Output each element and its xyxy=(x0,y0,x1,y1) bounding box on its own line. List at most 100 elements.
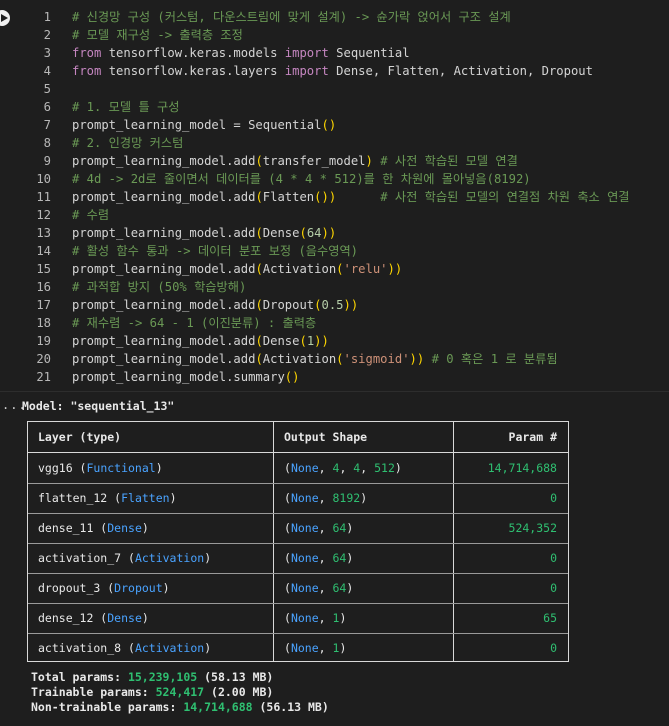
code-comment: # 신경망 구성 (커스텀, 다운스트림에 맞게 설계) -> 슌가락 얹어서 … xyxy=(72,10,511,24)
code-token: Dense, Flatten, Activation, Dropout xyxy=(328,64,593,78)
shape-dim: 8192 xyxy=(332,491,361,505)
code-bracket: ()) xyxy=(314,190,337,204)
none-keyword: None xyxy=(290,461,319,475)
output-shape-cell: (None, 64) xyxy=(284,581,354,595)
layer-cell: activation_8 (Activation) xyxy=(38,633,211,663)
code-text: prompt_learning_model.add(Activation('si… xyxy=(72,350,558,368)
paren: ) xyxy=(162,581,170,595)
code-text: # 2. 인경망 커스텀 xyxy=(72,134,183,152)
code-bracket: ( xyxy=(299,334,307,348)
line-number: 11 xyxy=(36,190,51,204)
code-token: Sequential xyxy=(328,46,410,60)
total-size: (58.13 MB) xyxy=(197,670,274,684)
param-count-cell: 14,714,688 xyxy=(487,461,557,475)
line-number: 16 xyxy=(36,280,51,294)
code-token: Activation xyxy=(262,352,337,366)
code-bracket: ( xyxy=(255,352,263,366)
code-line[interactable]: 5 xyxy=(0,80,669,98)
code-text: # 모델 재구성 -> 출력층 조정 xyxy=(72,26,243,44)
output-shape-cell: (None, 64) xyxy=(284,551,354,565)
code-line[interactable]: 2 # 모델 재구성 -> 출력층 조정 xyxy=(0,26,669,44)
code-text: prompt_learning_model = Sequential() xyxy=(72,116,336,134)
code-bracket: ( xyxy=(255,298,263,312)
code-line[interactable]: 11 prompt_learning_model.add(Flatten()) #… xyxy=(0,188,669,206)
code-line[interactable]: 21 prompt_learning_model.summary() xyxy=(0,368,669,386)
line-number: 7 xyxy=(43,118,51,132)
code-comment: # 수렴 xyxy=(72,208,110,222)
code-line[interactable]: 17 prompt_learning_model.add(Dropout(0.5)… xyxy=(0,296,669,314)
code-line[interactable]: 3 from tensorflow.keras.models import Seq… xyxy=(0,44,669,62)
code-cell[interactable]: 1 # 신경망 구성 (커스텀, 다운스트림에 맞게 설계) -> 슌가락 얹어서… xyxy=(0,0,669,392)
line-number: 20 xyxy=(36,352,51,366)
shape-dim: 1 xyxy=(332,611,340,625)
code-comment: # 0 혹은 1 로 분류됨 xyxy=(431,352,558,366)
code-comment: # 사전 학습된 모델의 연결점 차원 축소 연결 xyxy=(380,190,630,204)
code-text: # 1. 모델 틀 구성 xyxy=(72,98,179,116)
layer-cell: dense_12 (Dense) xyxy=(38,603,149,633)
code-line[interactable]: 14 # 활성 함수 통과 -> 데이터 분포 보정 (음수영역) xyxy=(0,242,669,260)
code-token: prompt_learning_model.add xyxy=(72,334,256,348)
none-keyword: None xyxy=(290,491,319,505)
code-text: # 신경망 구성 (커스텀, 다운스트림에 맞게 설계) -> 슌가락 얹어서 … xyxy=(72,8,511,26)
layer-name: vgg16 ( xyxy=(38,461,87,475)
model-title: Model: "sequential_13" xyxy=(22,399,175,413)
code-text: # 4d -> 2d로 줄이면서 데이터를 (4 * 4 * 512)를 한 차… xyxy=(72,170,531,188)
code-bracket: )) xyxy=(343,298,359,312)
code-line[interactable]: 9 prompt_learning_model.add(transfer_mode… xyxy=(0,152,669,170)
param-total-line: Trainable params: 524,417 (2.00 MB) xyxy=(31,685,273,699)
code-line[interactable]: 4 from tensorflow.keras.layers import Den… xyxy=(0,62,669,80)
code-line[interactable]: 18 # 재수렴 -> 64 - 1 (이진분류) : 출력층 xyxy=(0,314,669,332)
model-summary-table: Layer (type) Output Shape Param # vgg16 … xyxy=(27,421,569,662)
code-line[interactable]: 8 # 2. 인경망 커스텀 xyxy=(0,134,669,152)
code-text: prompt_learning_model.add(transfer_model… xyxy=(72,152,518,170)
code-token: Dropout xyxy=(262,298,315,312)
code-text: # 재수렴 -> 64 - 1 (이진분류) : 출력층 xyxy=(72,314,316,332)
code-line[interactable]: 15 prompt_learning_model.add(Activation('… xyxy=(0,260,669,278)
code-line[interactable]: 10 # 4d -> 2d로 줄이면서 데이터를 (4 * 4 * 512)를 한… xyxy=(0,170,669,188)
none-keyword: None xyxy=(290,641,319,655)
code-line[interactable]: 16 # 과적합 방지 (50% 학습방해) xyxy=(0,278,669,296)
total-value: 15,239,105 xyxy=(127,670,198,684)
layer-name: dense_11 ( xyxy=(38,521,108,535)
output-shape-cell: (None, 8192) xyxy=(284,491,368,505)
code-line[interactable]: 1 # 신경망 구성 (커스텀, 다운스트림에 맞게 설계) -> 슌가락 얹어서… xyxy=(0,8,669,26)
layer-type: Dense xyxy=(107,611,142,625)
code-comment: # 재수렴 -> 64 - 1 (이진분류) : 출력층 xyxy=(72,316,317,330)
code-line[interactable]: 19 prompt_learning_model.add(Dense(1)) xyxy=(0,332,669,350)
code-line[interactable]: 20 prompt_learning_model.add(Activation('… xyxy=(0,350,669,368)
code-line[interactable]: 6 # 1. 모델 틀 구성 xyxy=(0,98,669,116)
line-number: 17 xyxy=(36,298,51,312)
code-line[interactable]: 12 # 수렴 xyxy=(0,206,669,224)
code-bracket: ) xyxy=(365,154,373,168)
code-text: # 수렴 xyxy=(72,206,109,224)
code-comment: # 과적합 방지 (50% 학습방해) xyxy=(72,280,247,294)
layer-type: Functional xyxy=(86,461,156,475)
shape-dim: 4 xyxy=(353,461,361,475)
param-total-line: Non-trainable params: 14,714,688 (56.13 … xyxy=(31,700,329,714)
shape-dim: 64 xyxy=(332,521,347,535)
code-keyword: import xyxy=(284,46,329,60)
output-shape-cell: (None, 1) xyxy=(284,611,347,625)
shape-dim: 1 xyxy=(332,641,340,655)
code-token: tensorflow.keras.layers xyxy=(101,64,285,78)
header-param-count: Param # xyxy=(508,430,557,444)
line-number: 5 xyxy=(43,82,51,96)
code-keyword: from xyxy=(72,64,102,78)
code-token: prompt_learning_model.add xyxy=(72,226,256,240)
code-bracket: )) xyxy=(321,226,337,240)
code-comment: # 사전 학습된 모델 연결 xyxy=(380,154,518,168)
layer-name: dense_12 ( xyxy=(38,611,108,625)
code-token: prompt_learning_model = Sequential xyxy=(72,118,322,132)
layer-name: activation_8 ( xyxy=(38,641,135,655)
code-line[interactable]: 7 prompt_learning_model = Sequential() xyxy=(0,116,669,134)
shape-dim: 4 xyxy=(332,461,340,475)
line-number: 21 xyxy=(36,370,51,384)
code-line[interactable]: 13 prompt_learning_model.add(Dense(64)) xyxy=(0,224,669,242)
output-shape-cell: (None, 4, 4, 512) xyxy=(284,461,402,475)
code-token: Dense xyxy=(262,334,300,348)
total-value: 524,417 xyxy=(155,685,205,699)
line-number: 2 xyxy=(43,28,51,42)
none-keyword: None xyxy=(290,611,319,625)
output-shape-cell: (None, 64) xyxy=(284,521,354,535)
code-bracket: ( xyxy=(255,226,263,240)
